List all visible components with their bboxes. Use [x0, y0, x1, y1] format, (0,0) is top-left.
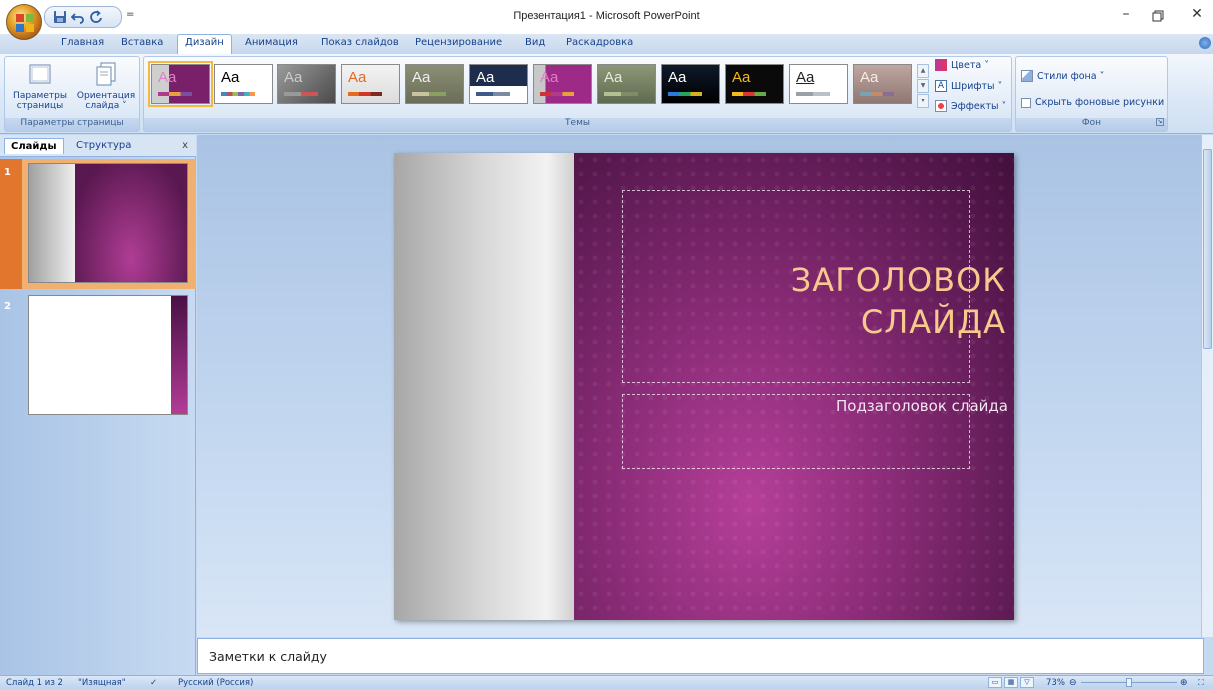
tab-storyboard[interactable]: Раскадровка	[566, 37, 633, 48]
page-setup-button[interactable]: Параметры страницы	[7, 61, 73, 111]
ribbon-tabs: Главная Вставка Дизайн Анимация Показ сл…	[0, 34, 1213, 54]
orientation-icon	[96, 62, 116, 86]
slide-title[interactable]: ЗАГОЛОВОК СЛАЙДА	[791, 259, 1006, 343]
tab-slideshow[interactable]: Показ слайдов	[321, 37, 399, 48]
slide-editor: ЗАГОЛОВОК СЛАЙДА Подзаголовок слайда	[197, 135, 1201, 637]
office-button[interactable]	[6, 4, 42, 40]
scroll-up-icon[interactable]: ▲	[917, 64, 929, 78]
theme-thumbnail[interactable]: Aa	[148, 61, 213, 107]
window-title: Презентация1 - Microsoft PowerPoint	[513, 10, 700, 22]
slide-thumbnail-selected[interactable]: 1	[0, 159, 196, 289]
theme-thumbnail[interactable]: Aa	[214, 64, 273, 104]
tab-home[interactable]: Главная	[61, 37, 104, 48]
checkbox-icon[interactable]	[1021, 97, 1031, 108]
restore-icon	[1152, 10, 1164, 22]
slide-thumbnail-2[interactable]	[28, 295, 188, 415]
theme-thumbnail[interactable]: Aa	[469, 64, 528, 104]
theme-thumbnail[interactable]: Aa	[341, 64, 400, 104]
theme-thumbnail[interactable]: Aa	[533, 64, 592, 104]
background-styles-button[interactable]: Стили фона ˅	[1021, 70, 1104, 82]
tab-outline[interactable]: Структура	[70, 138, 137, 153]
group-label-page-setup: Параметры страницы	[5, 118, 139, 131]
spellcheck-icon[interactable]: ✓	[150, 678, 157, 688]
hide-background-graphics-checkbox[interactable]: Скрыть фоновые рисунки	[1021, 97, 1164, 108]
zoom-slider-knob[interactable]	[1126, 678, 1132, 687]
tab-view[interactable]: Вид	[525, 37, 545, 48]
tab-review[interactable]: Рецензирование	[415, 37, 502, 48]
group-background: Фон	[1015, 56, 1168, 132]
notes-pane[interactable]: Заметки к слайду	[197, 638, 1204, 674]
slide-canvas[interactable]: ЗАГОЛОВОК СЛАЙДА Подзаголовок слайда	[394, 153, 1014, 620]
normal-view-icon[interactable]: ▭	[988, 677, 1002, 688]
restore-button[interactable]	[1147, 6, 1169, 26]
tab-animation[interactable]: Анимация	[245, 37, 298, 48]
help-icon[interactable]	[1199, 37, 1211, 49]
close-pane-icon[interactable]: x	[182, 140, 188, 151]
slideshow-view-icon[interactable]: ▽	[1020, 677, 1034, 688]
vertical-scrollbar[interactable]	[1201, 135, 1213, 637]
group-label-background: Фон	[1016, 118, 1167, 131]
theme-thumbnail[interactable]: Aa	[725, 64, 784, 104]
dialog-launcher-icon[interactable]: ↘	[1156, 118, 1164, 126]
minimize-button[interactable]: –	[1115, 6, 1137, 26]
group-label-themes: Темы	[144, 118, 1011, 131]
office-logo-icon	[16, 14, 34, 32]
slide-subtitle[interactable]: Подзаголовок слайда	[836, 397, 1008, 415]
theme-thumbnail[interactable]: Aa	[661, 64, 720, 104]
slide-sorter-view-icon[interactable]: ▦	[1004, 677, 1018, 688]
close-window-button[interactable]: ✕	[1186, 6, 1208, 26]
background-styles-icon	[1021, 70, 1033, 82]
notes-placeholder: Заметки к слайду	[209, 649, 327, 664]
tab-slides[interactable]: Слайды	[4, 138, 64, 154]
scroll-down-icon[interactable]: ▼	[917, 79, 929, 93]
ribbon: Параметры страницы Ориентация слайда ˅ П…	[0, 54, 1213, 134]
group-page-setup: Параметры страницы Ориентация слайда ˅ П…	[4, 56, 140, 132]
theme-thumbnail[interactable]: Aa	[789, 64, 848, 104]
status-bar: Слайд 1 из 2 "Изящная" ✓ Русский (Россия…	[0, 675, 1213, 689]
slide-orientation-button[interactable]: Ориентация слайда ˅	[73, 61, 139, 111]
fonts-icon: A	[935, 80, 947, 92]
theme-effects-button[interactable]: Эффекты ˅	[935, 100, 1006, 112]
status-language[interactable]: Русский (Россия)	[178, 678, 253, 688]
title-bar: = Презентация1 - Microsoft PowerPoint – …	[0, 0, 1213, 34]
scrollbar-thumb[interactable]	[1203, 149, 1212, 349]
theme-thumbnail[interactable]: Aa	[277, 64, 336, 104]
theme-thumbnail[interactable]: Aa	[597, 64, 656, 104]
status-slide-info: Слайд 1 из 2	[6, 678, 63, 688]
themes-scroll[interactable]: ▲ ▼ ▾	[917, 64, 929, 108]
slides-pane: Слайды Структура x 1 2	[0, 135, 196, 675]
page-setup-icon	[29, 64, 51, 84]
theme-thumbnail[interactable]: Aa	[853, 64, 912, 104]
tab-insert[interactable]: Вставка	[121, 37, 163, 48]
fit-to-window-icon[interactable]: ⛶	[1198, 678, 1204, 688]
slides-pane-tabs: Слайды Структура x	[0, 135, 196, 157]
zoom-level[interactable]: 73%	[1046, 678, 1065, 688]
status-theme-name: "Изящная"	[78, 678, 126, 688]
zoom-out-icon[interactable]: ⊖	[1069, 678, 1077, 688]
colors-icon	[935, 59, 947, 71]
theme-thumbnail[interactable]: Aa	[405, 64, 464, 104]
expand-gallery-icon[interactable]: ▾	[917, 94, 929, 108]
zoom-in-icon[interactable]: ⊕	[1180, 678, 1188, 688]
theme-fonts-button[interactable]: A Шрифты ˅	[935, 80, 1002, 92]
effects-icon	[935, 100, 947, 112]
theme-colors-button[interactable]: Цвета ˅	[935, 59, 989, 71]
slide-left-panel	[394, 153, 574, 620]
slide-thumbnail-row-2[interactable]: 2	[0, 293, 196, 418]
tab-design[interactable]: Дизайн	[177, 34, 232, 54]
slide-thumbnail-1[interactable]	[28, 163, 188, 283]
